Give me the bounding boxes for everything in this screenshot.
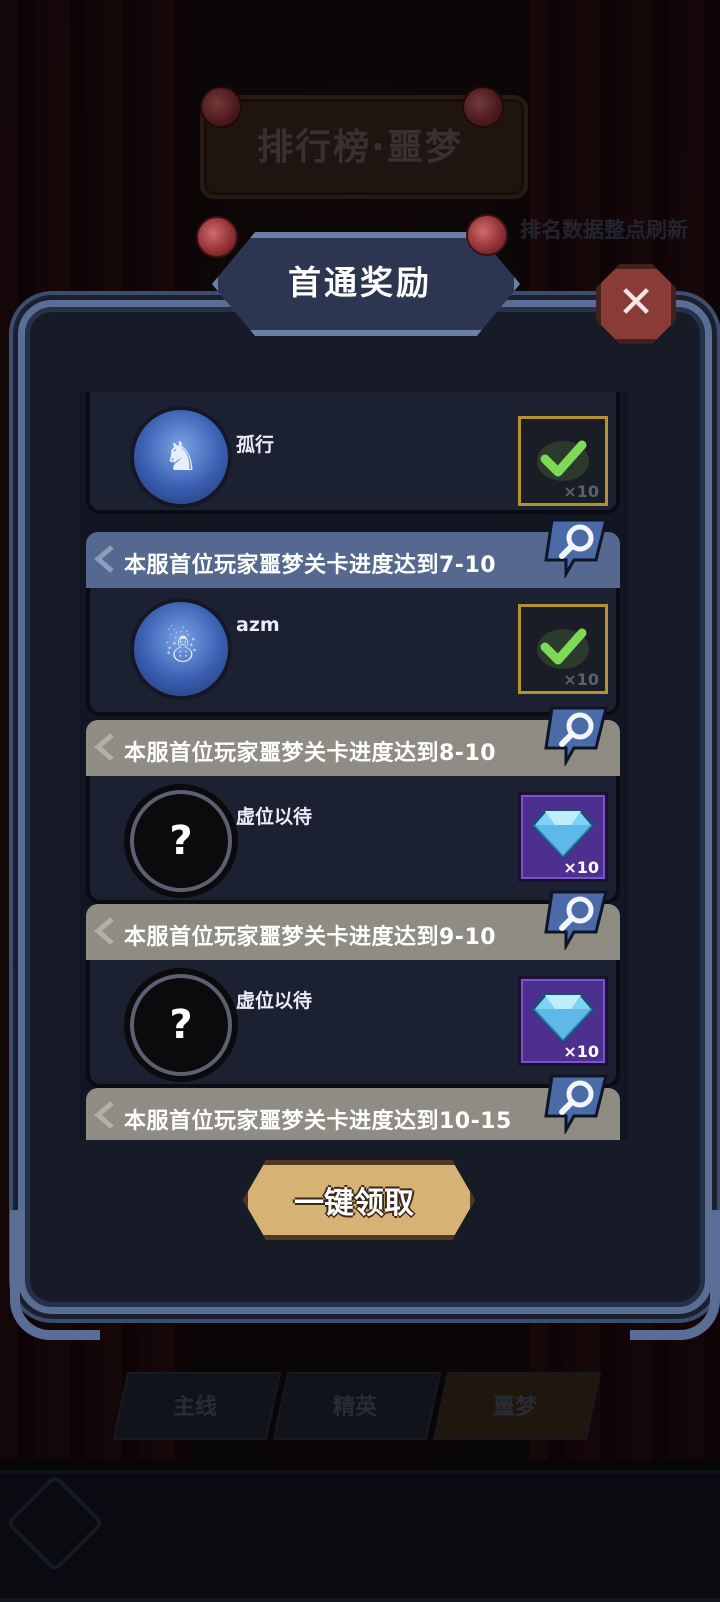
player-avatar[interactable]: ♞	[130, 406, 232, 508]
reward-list[interactable]: ♞ 孤行 ×10 本服首位玩家噩梦关卡进度达到7-10 ☃ azm ×10 本服…	[80, 392, 628, 1140]
requirement-text: 本服首位玩家噩梦关卡进度达到7-10	[124, 553, 497, 578]
chevron-left-icon	[94, 733, 114, 761]
reward-count: ×10	[563, 482, 599, 501]
requirement-header: 本服首位玩家噩梦关卡进度达到8-10	[86, 720, 620, 776]
requirement-header: 本服首位玩家噩梦关卡进度达到7-10	[86, 532, 620, 588]
reward-count: ×10	[563, 670, 599, 689]
requirement-text: 本服首位玩家噩梦关卡进度达到10-15	[124, 1109, 512, 1134]
search-icon	[544, 518, 608, 580]
entry-body: ♞ 孤行 ×10	[86, 392, 620, 514]
requirement-header: 本服首位玩家噩梦关卡进度达到9-10	[86, 904, 620, 960]
player-name: 孤行	[236, 434, 275, 456]
frame-corner-right	[630, 1210, 720, 1340]
reward-count: ×10	[563, 1042, 599, 1061]
view-details-button[interactable]	[544, 516, 610, 580]
checkmark-icon	[537, 628, 589, 669]
player-avatar[interactable]: ☃	[130, 598, 232, 700]
reward-item[interactable]: ×10	[518, 792, 608, 882]
reward-count: ×10	[563, 858, 599, 877]
player-name: 虚位以待	[236, 806, 313, 828]
view-details-button[interactable]	[544, 888, 610, 952]
diamond-icon	[531, 809, 595, 860]
robot-diver-icon: ☃	[163, 626, 199, 672]
chevron-left-icon	[94, 1101, 114, 1129]
requirement-text: 本服首位玩家噩梦关卡进度达到8-10	[124, 741, 497, 766]
reward-item[interactable]: ×10	[518, 416, 608, 506]
checkmark-icon	[537, 440, 589, 481]
empty-avatar: ?	[130, 974, 232, 1076]
search-icon	[544, 706, 608, 768]
requirement-header: 本服首位玩家噩梦关卡进度达到10-15	[86, 1088, 620, 1140]
rose-decoration	[466, 214, 508, 256]
modal-title: 首通奖励	[288, 263, 432, 302]
player-name: azm	[236, 614, 280, 636]
close-button[interactable]: ✕	[596, 264, 676, 344]
entry-body: ☃ azm ×10	[86, 588, 620, 716]
chevron-left-icon	[94, 545, 114, 573]
diamond-icon	[531, 993, 595, 1044]
empty-avatar: ?	[130, 790, 232, 892]
reward-item[interactable]: ×10	[518, 604, 608, 694]
chevron-left-icon	[94, 917, 114, 945]
entry-body: ? 虚位以待 ×10	[86, 776, 620, 904]
question-mark-icon: ?	[169, 818, 193, 864]
requirement-text: 本服首位玩家噩梦关卡进度达到9-10	[124, 925, 497, 950]
search-icon	[544, 890, 608, 952]
view-details-button[interactable]	[544, 1072, 610, 1136]
reward-item[interactable]: ×10	[518, 976, 608, 1066]
collect-all-label: 一键领取	[294, 1186, 414, 1221]
rose-decoration	[196, 216, 238, 258]
dragon-helmet-icon: ♞	[163, 434, 199, 480]
close-icon: ✕	[617, 277, 655, 328]
frame-corner-left	[10, 1210, 100, 1340]
view-details-button[interactable]	[544, 704, 610, 768]
question-mark-icon: ?	[169, 1002, 193, 1048]
search-icon	[544, 1074, 608, 1136]
player-name: 虚位以待	[236, 990, 313, 1012]
entry-body: ? 虚位以待 ×10	[86, 960, 620, 1088]
